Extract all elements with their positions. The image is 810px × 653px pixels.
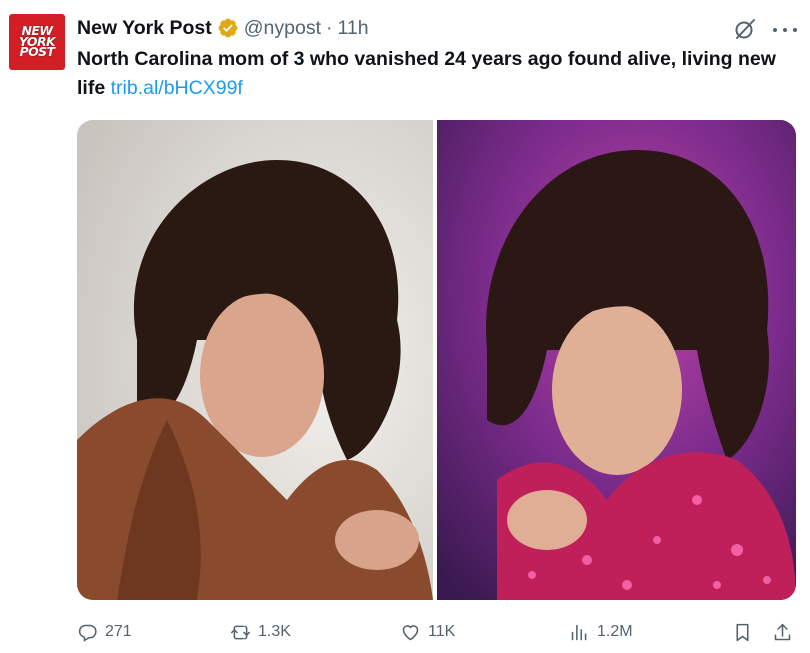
photo-left[interactable] bbox=[77, 120, 433, 600]
verified-badge-icon bbox=[218, 18, 238, 38]
reply-button[interactable]: 271 bbox=[77, 617, 132, 647]
account-name[interactable]: New York Post bbox=[77, 17, 212, 40]
bookmark-button[interactable] bbox=[732, 617, 753, 647]
photo-right[interactable] bbox=[437, 120, 796, 600]
tweet-text: North Carolina mom of 3 who vanished 24 … bbox=[77, 45, 797, 103]
reply-count: 271 bbox=[105, 623, 132, 640]
like-count: 11K bbox=[428, 623, 456, 640]
views-count: 1.2M bbox=[597, 623, 633, 640]
tweet-timestamp[interactable]: 11h bbox=[338, 17, 369, 40]
reply-icon bbox=[78, 624, 97, 642]
bookmark-icon bbox=[736, 623, 749, 641]
repost-count: 1.3K bbox=[258, 623, 291, 640]
header-separator: · bbox=[326, 16, 333, 39]
portrait-photo-icon bbox=[77, 120, 433, 600]
heart-icon bbox=[402, 624, 419, 640]
share-icon bbox=[774, 623, 791, 640]
repost-button[interactable]: 1.3K bbox=[230, 617, 291, 647]
share-button[interactable] bbox=[772, 617, 793, 647]
account-avatar[interactable]: NEW YORK POST bbox=[9, 14, 65, 70]
repost-icon bbox=[230, 625, 251, 639]
account-handle[interactable]: @nypost bbox=[244, 17, 321, 40]
like-button[interactable]: 11K bbox=[400, 617, 455, 647]
action-bar: 271 1.3K 11K 1.2M bbox=[77, 617, 807, 647]
views-icon bbox=[571, 624, 587, 640]
views-button[interactable]: 1.2M bbox=[569, 617, 633, 647]
grok-icon[interactable] bbox=[733, 17, 757, 41]
more-options-icon[interactable] bbox=[770, 18, 800, 42]
tweet-header: New York Post @nypost · 11h bbox=[77, 14, 369, 42]
tweet-link[interactable]: trib.al/bHCX99f bbox=[111, 77, 243, 99]
logo-line-3: POST bbox=[19, 44, 56, 60]
portrait-photo-icon bbox=[437, 120, 796, 600]
media-grid bbox=[77, 120, 796, 600]
